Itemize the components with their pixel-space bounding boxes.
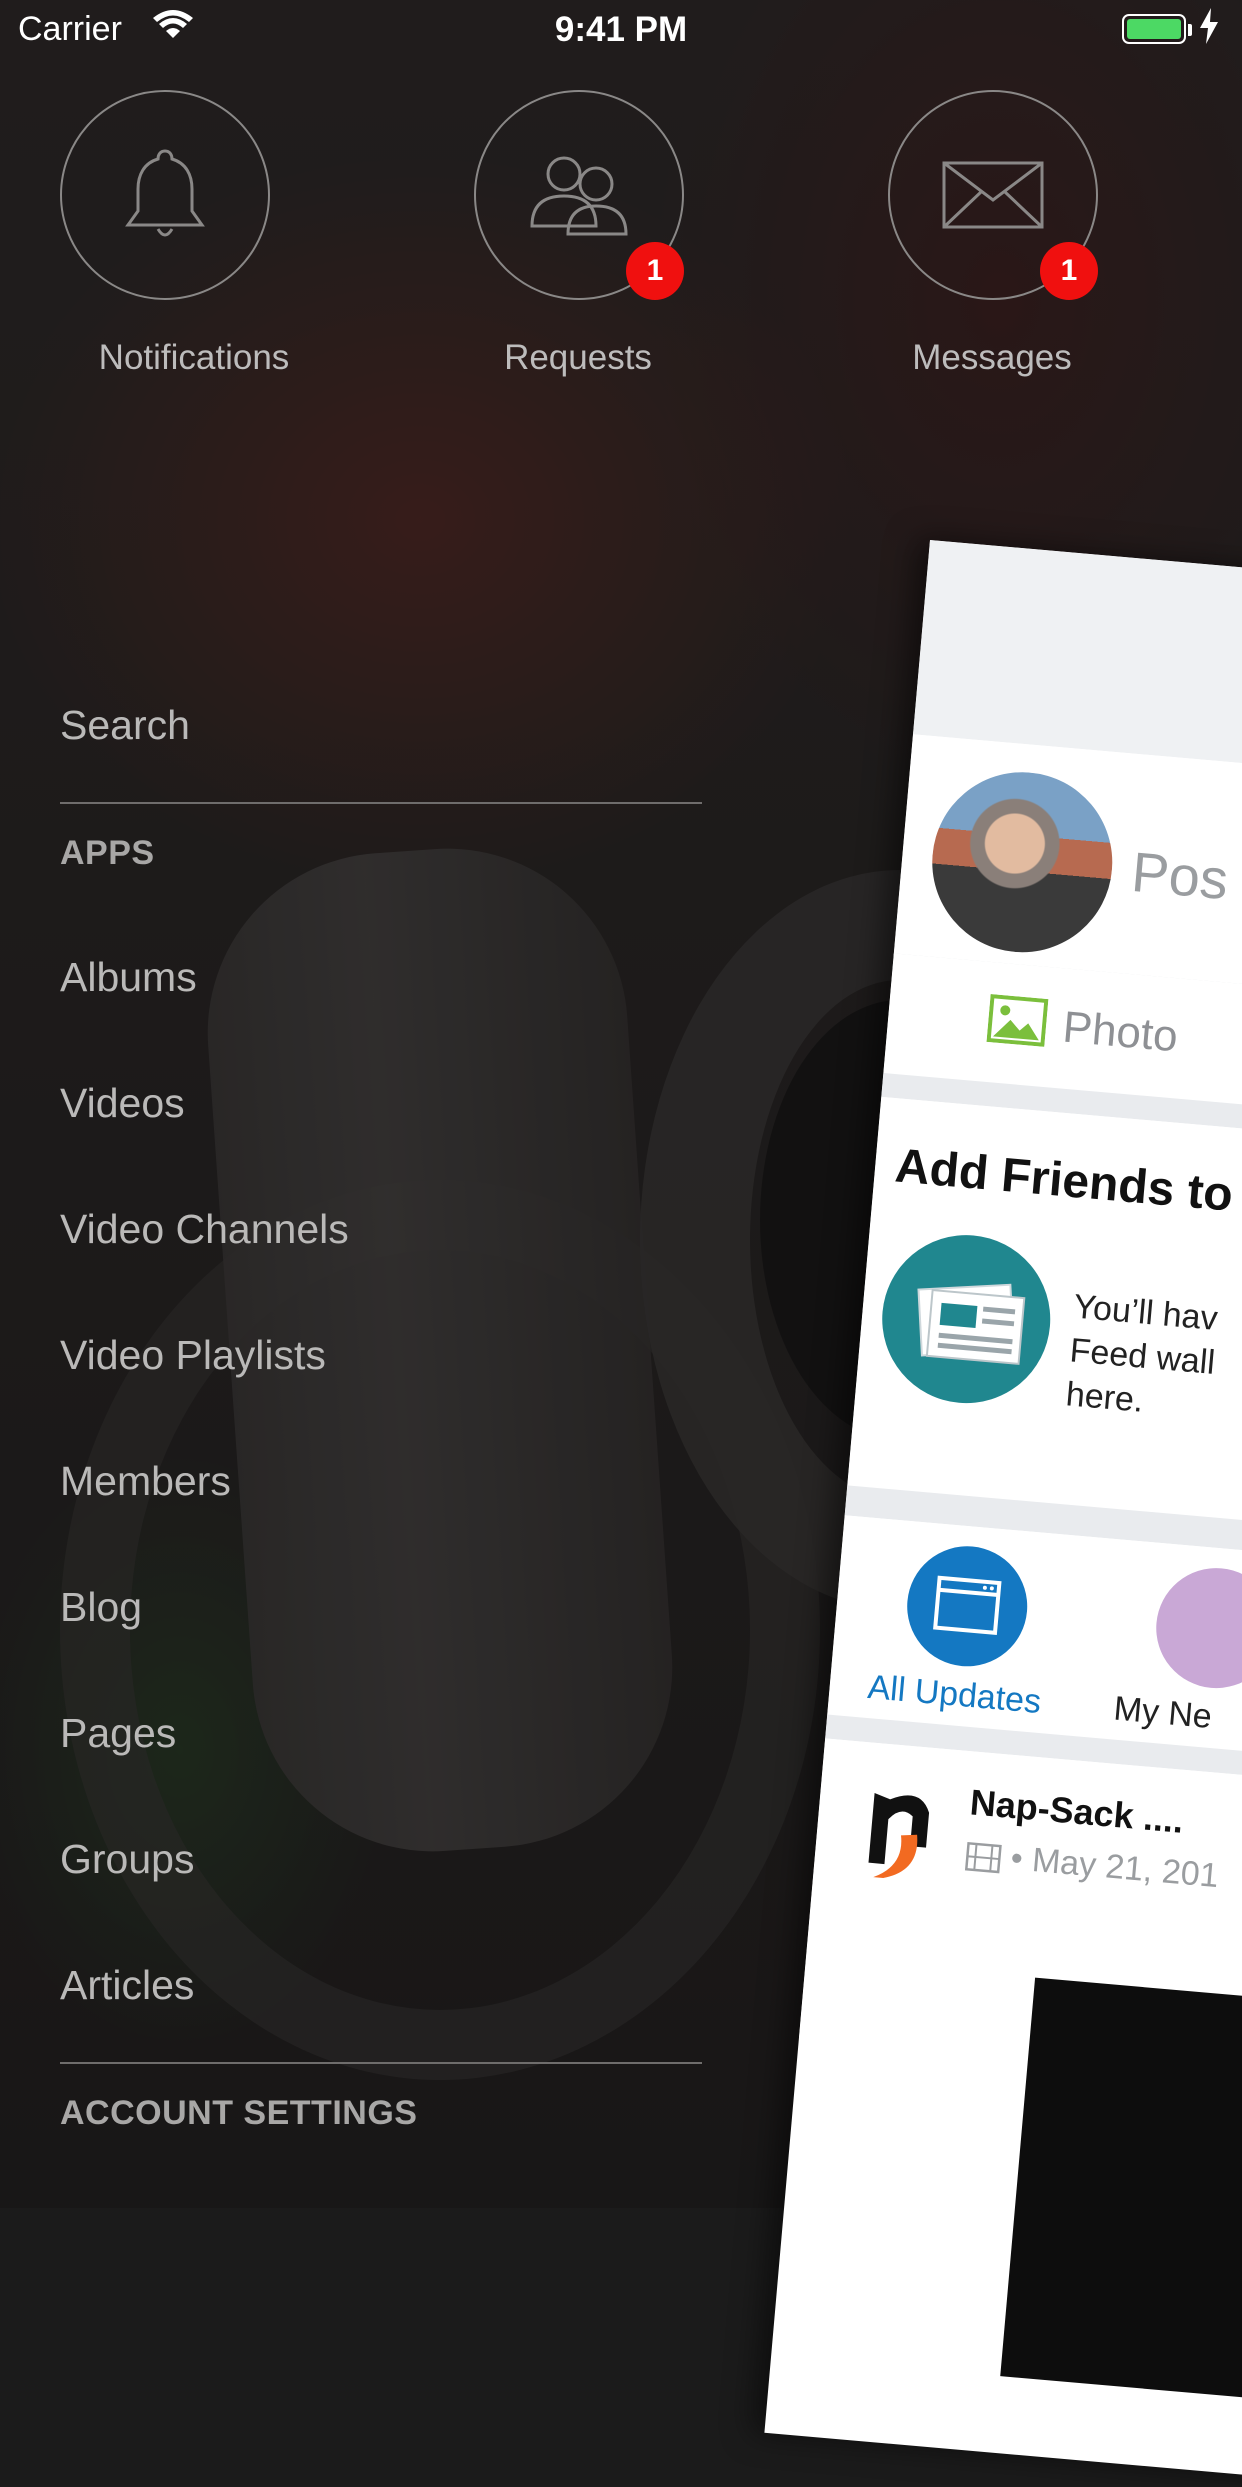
menu-item-groups[interactable]: Groups (60, 1836, 194, 1883)
film-icon (964, 1841, 1002, 1874)
status-bar: Carrier 9:41 PM (0, 0, 1242, 60)
apps-header: APPS (60, 834, 155, 872)
menu-item-pages[interactable]: Pages (60, 1710, 176, 1757)
all-updates-icon[interactable] (902, 1541, 1033, 1672)
menu-item-video-playlists[interactable]: Video Playlists (60, 1332, 326, 1379)
nap-sack-logo (868, 1792, 930, 1879)
add-friends-title: Add Friends to (893, 1139, 1235, 1222)
envelope-icon (942, 161, 1044, 229)
image-icon (986, 994, 1049, 1047)
charging-icon (1198, 8, 1220, 49)
messages-label: Messages (912, 338, 1072, 377)
feed-item[interactable]: Nap-Sack .... • May 21, 201 (799, 1738, 1242, 2417)
divider (60, 2062, 702, 2064)
requests-label: Requests (504, 338, 652, 377)
messages-button[interactable]: 1 (888, 90, 1098, 300)
notifications-label: Notifications (98, 338, 290, 377)
add-friends-card: Add Friends to You’ll hav Feed wall here… (847, 1096, 1242, 1540)
add-friends-text: You’ll hav Feed wall here. (1064, 1287, 1220, 1420)
avatar (924, 764, 1120, 960)
notifications-button[interactable] (60, 90, 270, 300)
requests-button[interactable]: 1 (474, 90, 684, 300)
account-settings-header[interactable]: ACCOUNT SETTINGS (60, 2094, 417, 2133)
menu-item-articles[interactable]: Articles (60, 1962, 194, 2009)
menu-item-albums[interactable]: Albums (60, 954, 197, 1001)
feed-author[interactable]: Nap-Sack .... (968, 1781, 1185, 1841)
feed-media[interactable] (1000, 1977, 1242, 2417)
battery-icon (1122, 14, 1186, 44)
filter-all-updates[interactable]: All Updates (866, 1668, 1043, 1722)
newspaper-icon (875, 1228, 1058, 1411)
messages-badge: 1 (1040, 242, 1098, 300)
menu-item-blog[interactable]: Blog (60, 1584, 142, 1631)
feed-meta: • May 21, 201 (964, 1835, 1220, 1896)
bell-icon (125, 149, 205, 237)
my-network-icon[interactable] (1151, 1563, 1242, 1694)
menu-item-videos[interactable]: Videos (60, 1080, 185, 1127)
menu-item-members[interactable]: Members (60, 1458, 231, 1505)
divider (60, 802, 702, 804)
requests-badge: 1 (626, 242, 684, 300)
clock: 9:41 PM (554, 10, 688, 49)
filter-my-network[interactable]: My Ne (1112, 1690, 1213, 1737)
menu-search[interactable]: Search (60, 702, 190, 749)
people-icon (530, 156, 628, 236)
menu-item-video-channels[interactable]: Video Channels (60, 1206, 349, 1253)
compose-placeholder[interactable]: Pos (1129, 839, 1231, 912)
photo-label: Photo (1060, 1002, 1180, 1062)
